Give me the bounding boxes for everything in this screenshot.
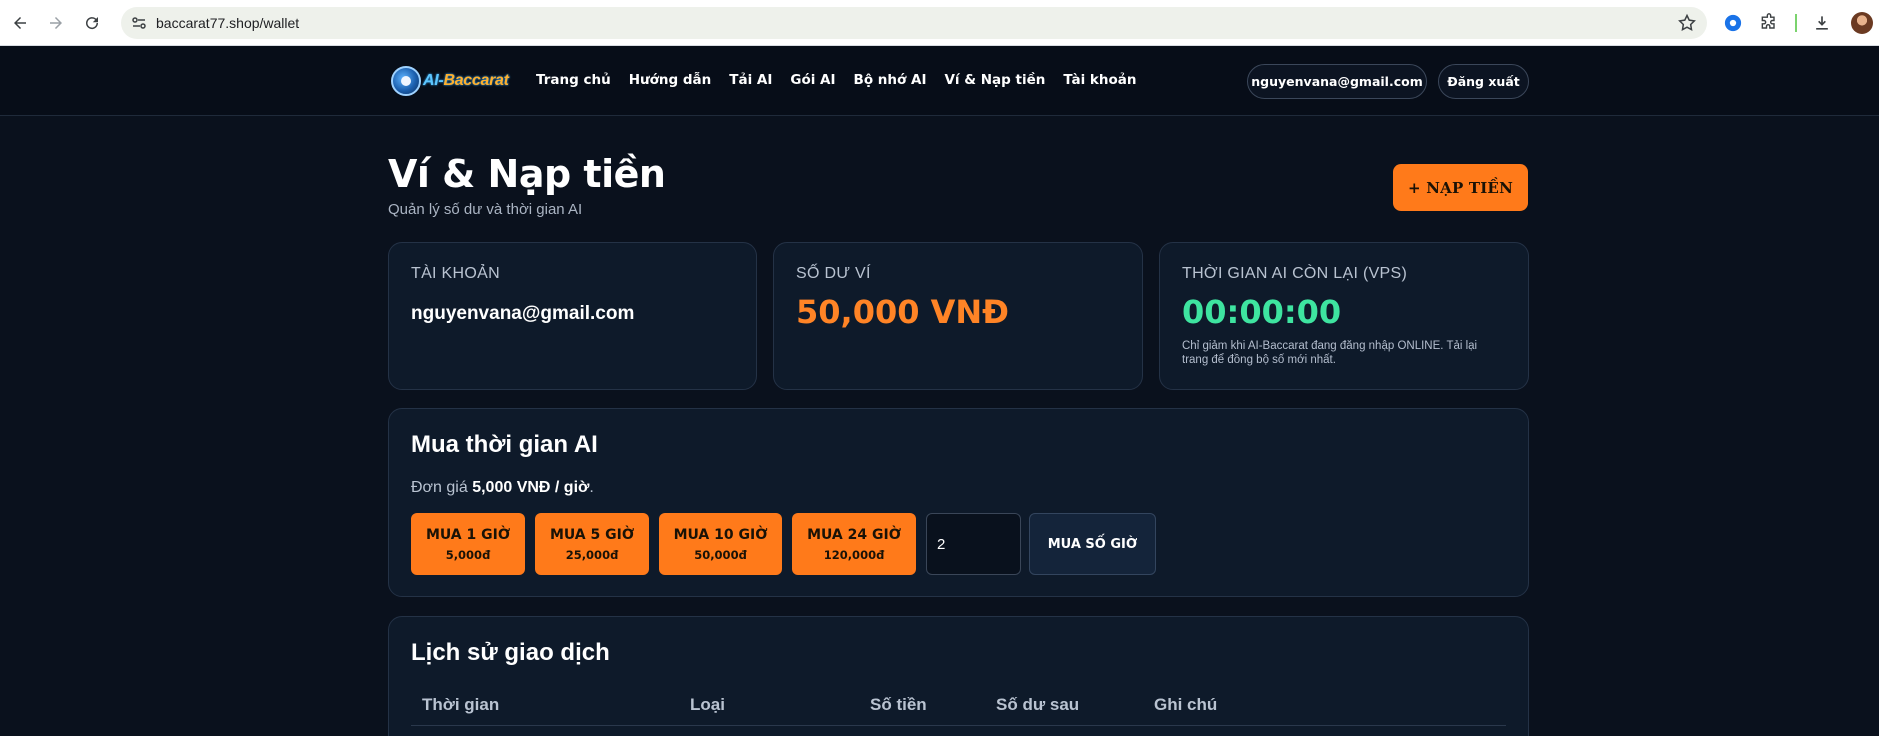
buy-hours-button[interactable]: MUA SỐ GIỜ bbox=[1029, 513, 1156, 575]
back-icon[interactable] bbox=[8, 11, 32, 35]
toolbar-divider bbox=[1795, 14, 1797, 32]
account-card: TÀI KHOẢN nguyenvana@gmail.com bbox=[388, 242, 757, 390]
account-label: TÀI KHOẢN bbox=[411, 265, 500, 282]
url-text: baccarat77.shop/wallet bbox=[156, 15, 300, 31]
nav-download-ai[interactable]: Tải AI bbox=[729, 72, 772, 88]
bookmark-star-icon[interactable] bbox=[1677, 13, 1697, 33]
forward-icon[interactable] bbox=[44, 11, 68, 35]
buy-5-hours-button[interactable]: MUA 5 GIỜ 25,000đ bbox=[535, 513, 649, 575]
buy-10-hours-button[interactable]: MUA 10 GIỜ 50,000đ bbox=[659, 513, 782, 575]
profile-avatar-icon[interactable] bbox=[1851, 12, 1873, 34]
site-logo[interactable]: AI-Baccarat bbox=[391, 65, 513, 97]
extensions-puzzle-icon[interactable] bbox=[1758, 12, 1780, 34]
hours-quantity-input[interactable] bbox=[926, 513, 1021, 575]
transaction-history-panel: Lịch sử giao dịch Thời gian Loại Số tiền… bbox=[388, 616, 1529, 736]
nav-wallet[interactable]: Ví & Nạp tiền bbox=[944, 72, 1045, 88]
nav-home[interactable]: Trang chủ bbox=[536, 72, 611, 88]
nav-ai-memory[interactable]: Bộ nhớ AI bbox=[854, 72, 927, 88]
logout-button[interactable]: Đăng xuất bbox=[1438, 64, 1529, 99]
buy-time-title: Mua thời gian AI bbox=[411, 431, 598, 458]
user-email-button[interactable]: nguyenvana@gmail.com bbox=[1247, 64, 1427, 99]
nav-guide[interactable]: Hướng dẫn bbox=[629, 72, 712, 88]
site-header: AI-Baccarat Trang chủ Hướng dẫn Tải AI G… bbox=[0, 46, 1879, 116]
balance-card: SỐ DƯ VÍ 50,000 VNĐ bbox=[773, 242, 1143, 390]
extension-icon[interactable] bbox=[1722, 12, 1744, 34]
ai-time-note: Chỉ giảm khi AI-Baccarat đang đăng nhập … bbox=[1182, 340, 1478, 366]
page-subtitle: Quản lý số dư và thời gian AI bbox=[388, 201, 583, 218]
buy-1-hour-button[interactable]: MUA 1 GIỜ 5,000đ bbox=[411, 513, 525, 575]
topup-button[interactable]: + NẠP TIỀN bbox=[1393, 164, 1528, 211]
column-header-note[interactable]: Ghi chú bbox=[1154, 695, 1217, 715]
buy-time-panel: Mua thời gian AI Đơn giá 5,000 VNĐ / giờ… bbox=[388, 408, 1529, 597]
logo-chip-icon bbox=[391, 66, 421, 96]
reload-icon[interactable] bbox=[80, 11, 104, 35]
unit-price-value: 5,000 VNĐ / giờ bbox=[472, 479, 590, 496]
table-header-divider bbox=[411, 725, 1506, 726]
downloads-icon[interactable] bbox=[1811, 12, 1833, 34]
column-header-amount[interactable]: Số tiền bbox=[870, 695, 927, 715]
site-settings-icon[interactable] bbox=[131, 15, 147, 31]
ai-time-value: 00:00:00 bbox=[1182, 293, 1342, 331]
ai-time-label: THỜI GIAN AI CÒN LẠI (VPS) bbox=[1182, 265, 1408, 282]
ai-time-card: THỜI GIAN AI CÒN LẠI (VPS) 00:00:00 Chỉ … bbox=[1159, 242, 1529, 390]
buy-24-hours-button[interactable]: MUA 24 GIỜ 120,000đ bbox=[792, 513, 916, 575]
column-header-balance-after[interactable]: Số dư sau bbox=[996, 695, 1079, 715]
logo-text: AI-Baccarat bbox=[423, 72, 509, 89]
balance-value: 50,000 VNĐ bbox=[796, 293, 1009, 331]
address-bar[interactable]: baccarat77.shop/wallet bbox=[121, 7, 1707, 39]
main-nav: Trang chủ Hướng dẫn Tải AI Gói AI Bộ nhớ… bbox=[536, 72, 1155, 88]
page-title: Ví & Nạp tiền bbox=[388, 152, 666, 196]
account-email: nguyenvana@gmail.com bbox=[411, 303, 635, 324]
balance-label: SỐ DƯ VÍ bbox=[796, 265, 871, 282]
column-header-type[interactable]: Loại bbox=[690, 695, 725, 715]
column-header-time[interactable]: Thời gian bbox=[422, 695, 499, 715]
history-title: Lịch sử giao dịch bbox=[411, 639, 610, 666]
unit-price-text: Đơn giá 5,000 VNĐ / giờ. bbox=[411, 479, 594, 496]
browser-toolbar: baccarat77.shop/wallet bbox=[0, 0, 1879, 46]
nav-ai-packages[interactable]: Gói AI bbox=[790, 72, 835, 88]
nav-account[interactable]: Tài khoản bbox=[1063, 72, 1136, 88]
